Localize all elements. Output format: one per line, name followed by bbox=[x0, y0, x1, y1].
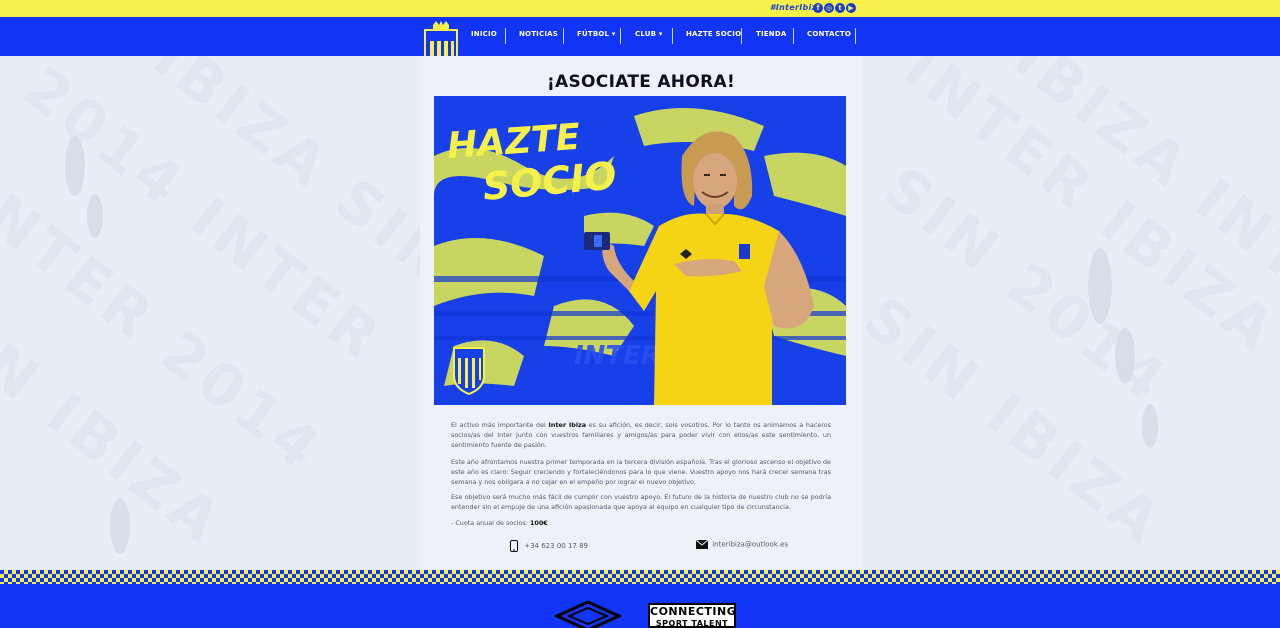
nav-inicio[interactable]: INICIO bbox=[471, 30, 497, 44]
page-title: ¡ASOCIATE AHORA! bbox=[546, 72, 735, 92]
phone-icon bbox=[510, 540, 518, 552]
nav-contacto[interactable]: CONTACTO bbox=[807, 30, 851, 44]
main-content: ¡ASOCIATE AHORA! HAZTE SOCIO INTER El ac… bbox=[420, 56, 862, 570]
phone-number[interactable]: +34 623 00 17 89 bbox=[524, 542, 588, 550]
nav-divider bbox=[672, 28, 673, 44]
nav-hazte-socio[interactable]: HAZTE SOCIO bbox=[686, 30, 741, 44]
nav-futbol[interactable]: FÚTBOL ▾ bbox=[577, 30, 616, 44]
email-address[interactable]: interibiza@outlook.es bbox=[712, 541, 788, 549]
nav-noticias[interactable]: NOTICIAS bbox=[519, 30, 558, 44]
nav-divider bbox=[855, 28, 856, 44]
top-bar: #InterIbiza f ◎ t ▶ bbox=[0, 0, 1280, 17]
sponsor-subtitle: SPORT TALENT bbox=[655, 619, 729, 628]
nav-divider bbox=[793, 28, 794, 44]
hero-illustration: HAZTE SOCIO INTER IBIZA bbox=[434, 96, 846, 405]
youtube-icon[interactable]: ▶ bbox=[846, 3, 856, 13]
nav-divider bbox=[505, 28, 506, 44]
season-paragraph: Este año afrontamos nuestra primer tempo… bbox=[451, 458, 831, 487]
twitter-icon[interactable]: t bbox=[835, 3, 845, 13]
email-icon bbox=[695, 539, 709, 549]
sponsor-connecting-logo[interactable]: CONNECTING SPORT TALENT bbox=[648, 603, 736, 628]
footer: CONNECTING SPORT TALENT bbox=[0, 584, 1280, 628]
umbro-logo[interactable] bbox=[555, 600, 621, 628]
sponsor-name: CONNECTING bbox=[650, 605, 737, 618]
phone-contact[interactable]: +34 623 00 17 89 bbox=[510, 540, 588, 552]
email-contact[interactable]: interibiza@outlook.es bbox=[695, 539, 788, 549]
nav-divider bbox=[620, 28, 621, 44]
nav-club[interactable]: CLUB ▾ bbox=[635, 30, 663, 44]
hero-club-crest bbox=[453, 347, 485, 396]
facebook-icon[interactable]: f bbox=[813, 3, 823, 13]
nav-divider bbox=[563, 28, 564, 44]
nav-tienda[interactable]: TIENDA bbox=[756, 30, 786, 44]
main-navbar: INICIO NOTICIAS FÚTBOL ▾ CLUB ▾ HAZTE SO… bbox=[0, 17, 1280, 78]
support-paragraph: Ese objetivo será mucho más fácil de cum… bbox=[451, 493, 831, 512]
nav-divider bbox=[741, 28, 742, 44]
footer-checker-stripe bbox=[0, 570, 1280, 584]
intro-paragraph: El activo más importante del Inter Ibiza… bbox=[451, 421, 831, 450]
hero-banner-image: HAZTE SOCIO INTER IBIZA bbox=[434, 96, 846, 405]
instagram-icon[interactable]: ◎ bbox=[824, 3, 834, 13]
membership-fee: - Cuota anual de socios: 100€ bbox=[451, 519, 548, 527]
